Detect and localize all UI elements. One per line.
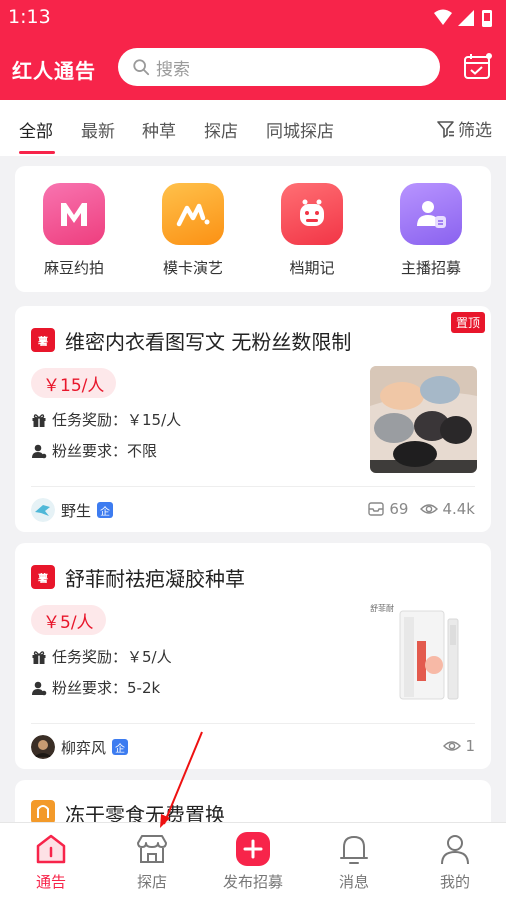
- quick-entry-model-card[interactable]: 模卡演艺: [143, 183, 243, 278]
- applies-count: 69: [389, 500, 409, 518]
- views-count: 4.4k: [442, 500, 475, 518]
- fans-row: 粉丝要求：不限: [31, 440, 157, 461]
- plus-icon: [236, 832, 270, 866]
- applies-stat: 69: [367, 500, 408, 518]
- nav-label: 探店: [136, 873, 167, 891]
- gift-icon: [32, 650, 46, 664]
- calendar-check-icon[interactable]: [462, 52, 492, 82]
- fans-row: 粉丝要求：5-2k: [31, 677, 160, 698]
- schedule-monster-icon: [281, 183, 343, 245]
- tab-local-store-visit[interactable]: 同城探店: [266, 117, 334, 142]
- task-card[interactable]: 薯 舒菲耐祛疤凝胶种草 ￥5/人 任务奖励：￥5/人 粉丝要求：5-2k 舒菲耐…: [15, 543, 491, 769]
- enterprise-badge: 企: [112, 739, 129, 755]
- views-stat: 1: [443, 737, 475, 755]
- quick-entry-model-shoot[interactable]: 麻豆约拍: [24, 183, 124, 278]
- product-thumbnail: 舒菲耐: [370, 603, 477, 710]
- eye-icon: [443, 741, 462, 751]
- product-thumbnail: [370, 366, 477, 473]
- category-tabs: 全部 最新 种草 探店 同城探店 筛选: [0, 100, 506, 156]
- quick-entry-panel: 麻豆约拍 模卡演艺 档期记 主播招募: [15, 166, 491, 292]
- task-stats: 69 4.4k: [355, 500, 475, 518]
- nav-label: 发布招募: [222, 873, 283, 891]
- quick-entry-streamer-recruit[interactable]: 主播招募: [381, 183, 481, 278]
- store-icon: [137, 835, 167, 863]
- product-brand-text: 舒菲耐: [370, 604, 394, 613]
- publisher-name: 野生: [61, 501, 92, 520]
- nav-label: 通告: [35, 873, 66, 891]
- enterprise-badge: 企: [97, 502, 114, 518]
- views-stat: 4.4k: [420, 500, 475, 518]
- status-bar: 1:13: [0, 0, 506, 34]
- bottom-navigation: 通告 探店 发布招募 消息 我的: [0, 822, 506, 899]
- meituan-icon: [31, 800, 55, 824]
- nav-messages[interactable]: 消息: [304, 831, 404, 892]
- price-badge: ￥5/人: [31, 605, 106, 635]
- avatar: [31, 498, 55, 522]
- card-divider: [31, 723, 475, 724]
- wifi-icon: [434, 9, 452, 25]
- fans-requirement-text: 粉丝要求：5-2k: [52, 679, 161, 697]
- status-time: 1:13: [8, 6, 51, 28]
- nav-store-visit[interactable]: 探店: [102, 831, 202, 892]
- home-notice-icon: [36, 834, 66, 864]
- search-placeholder: 搜索: [156, 59, 190, 80]
- search-icon: [133, 59, 150, 76]
- pinned-badge: 置顶: [450, 312, 485, 333]
- task-title: 维密内衣看图写文 无粉丝数限制: [65, 330, 352, 354]
- bell-icon: [340, 836, 368, 864]
- quick-entry-label: 主播招募: [400, 259, 461, 277]
- filter-label: 筛选: [458, 121, 492, 141]
- nav-label: 消息: [338, 873, 369, 891]
- reward-row: 任务奖励：￥15/人: [31, 409, 181, 430]
- xiaohongshu-icon: 薯: [31, 565, 55, 589]
- nav-label: 我的: [439, 873, 470, 891]
- signal-icon: [458, 10, 474, 26]
- search-input[interactable]: 搜索: [118, 48, 440, 86]
- gift-icon: [32, 413, 46, 427]
- inbox-icon: [368, 502, 385, 516]
- user-requirement-icon: [32, 681, 47, 695]
- app-title: 红人通告: [12, 59, 96, 83]
- reward-row: 任务奖励：￥5/人: [31, 646, 172, 667]
- m-card-icon: [162, 183, 224, 245]
- streamer-icon: [400, 183, 462, 245]
- product-image: [399, 610, 459, 700]
- publisher-info[interactable]: 野生 企: [31, 498, 114, 522]
- task-stats: 1: [431, 737, 475, 755]
- xiaohongshu-icon: 薯: [31, 328, 55, 352]
- nav-publish-recruit[interactable]: 发布招募: [203, 831, 303, 892]
- m-logo-icon: [43, 183, 105, 245]
- quick-entry-label: 档期记: [289, 259, 335, 277]
- nav-notices[interactable]: 通告: [1, 831, 101, 892]
- nav-profile[interactable]: 我的: [405, 831, 505, 892]
- tab-all[interactable]: 全部: [19, 117, 53, 142]
- top-header: 1:13 红人通告 搜索: [0, 0, 506, 100]
- status-icons: [434, 9, 492, 27]
- avatar: [31, 735, 55, 759]
- filter-button[interactable]: 筛选: [436, 116, 492, 141]
- user-requirement-icon: [32, 444, 47, 458]
- quick-entry-label: 模卡演艺: [162, 259, 223, 277]
- task-title: 舒菲耐祛疤凝胶种草: [65, 567, 245, 591]
- user-icon: [441, 835, 469, 865]
- tab-seeding[interactable]: 种草: [142, 117, 176, 142]
- card-divider: [31, 486, 475, 487]
- task-card[interactable]: 置顶 薯 维密内衣看图写文 无粉丝数限制 ￥15/人 任务奖励：￥15/人 粉丝…: [15, 306, 491, 532]
- price-badge: ￥15/人: [31, 368, 117, 398]
- quick-entry-label: 麻豆约拍: [43, 259, 104, 277]
- tab-store-visit[interactable]: 探店: [204, 117, 238, 142]
- tab-latest[interactable]: 最新: [81, 117, 115, 142]
- reward-text: 任务奖励：￥15/人: [52, 411, 182, 429]
- publisher-info[interactable]: 柳弈风 企: [31, 735, 129, 759]
- quick-entry-schedule[interactable]: 档期记: [262, 183, 362, 278]
- filter-icon: [437, 120, 454, 138]
- reward-text: 任务奖励：￥5/人: [52, 648, 172, 666]
- eye-icon: [420, 504, 439, 514]
- active-tab-indicator: [19, 151, 55, 154]
- fans-requirement-text: 粉丝要求：不限: [52, 442, 158, 460]
- views-count: 1: [465, 737, 475, 755]
- publisher-name: 柳弈风: [61, 738, 107, 757]
